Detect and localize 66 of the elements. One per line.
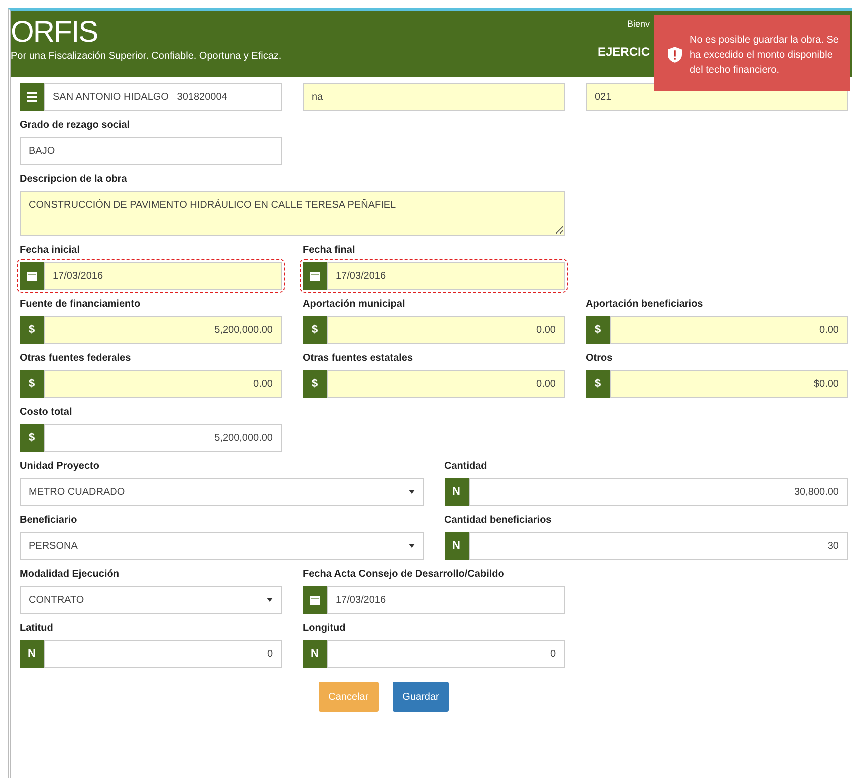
input-field[interactable]: 0.00: [610, 316, 848, 344]
calendar-icon: [27, 271, 37, 281]
addon-label: $: [586, 316, 610, 344]
addon-label: $: [303, 316, 327, 344]
input-field[interactable]: BAJO: [20, 137, 282, 165]
save-button[interactable]: Guardar: [392, 682, 450, 712]
addon-label: N: [444, 478, 468, 506]
addon-label: $: [20, 316, 44, 344]
field-label: Beneficiario: [20, 514, 78, 528]
caret-icon: [408, 544, 414, 548]
input-field[interactable]: 5,200,000.00: [44, 316, 282, 344]
addon-label: $: [586, 370, 610, 398]
field-label: Fuente de financiamiento: [20, 298, 142, 312]
tagline: Por una Fiscalización Superior. Confiable. Oportuna y Eficaz.: [11, 51, 282, 62]
calendar-icon: [310, 271, 320, 281]
field-label: Otras fuentes estatales: [303, 352, 414, 366]
input-field[interactable]: 17/03/2016: [327, 262, 565, 290]
field-label: Cantidad: [444, 460, 488, 474]
field-label: Descripcion de la obra: [20, 173, 128, 187]
input-field[interactable]: 30: [468, 532, 848, 560]
input-field[interactable]: SAN ANTONIO HIDALGO 301820004: [44, 83, 282, 111]
input-field[interactable]: 30,800.00: [468, 478, 848, 506]
warning-shield-icon: [668, 47, 682, 63]
field-label: Unidad Proyecto: [20, 460, 100, 474]
select-field[interactable]: PERSONA: [20, 532, 424, 560]
input-field[interactable]: $0.00: [610, 370, 848, 398]
field-label: Fecha inicial: [20, 244, 82, 258]
caret-icon: [408, 490, 414, 494]
input-field[interactable]: 5,200,000.00: [44, 424, 282, 452]
welcome-text: Bienv: [626, 19, 650, 29]
select-field[interactable]: METRO CUADRADO: [20, 478, 424, 506]
year-label: EJERCIC: [598, 45, 650, 59]
field-label: Aportación beneficiarios: [586, 298, 704, 312]
field-label: Fecha final: [303, 244, 356, 258]
select-field[interactable]: CONTRATO: [20, 586, 282, 614]
addon-label: $: [20, 424, 44, 452]
field-label: Otros: [586, 352, 614, 366]
field-label: Otras fuentes federales: [20, 352, 132, 366]
field-label: Fecha Acta Consejo de Desarrollo/Cabildo: [303, 568, 506, 582]
addon-label: $: [303, 370, 327, 398]
toast-message: No es posible guardar la obra. Se ha excedido el monto disponible del techo financiero.: [690, 34, 840, 78]
list-icon: [27, 92, 37, 102]
addon-label: N: [444, 532, 468, 560]
input-field[interactable]: 021: [586, 83, 848, 111]
input-field[interactable]: na: [303, 83, 565, 111]
description-field[interactable]: CONSTRUCCIÓN DE PAVIMENTO HIDRÁULICO EN CALLE TERESA PEÑAFIEL: [20, 191, 565, 236]
calendar-icon: [310, 595, 320, 605]
input-field[interactable]: 17/03/2016: [44, 262, 282, 290]
caret-icon: [267, 598, 273, 602]
input-field[interactable]: 0: [327, 640, 565, 668]
field-label: Longitud: [303, 622, 347, 636]
field-label: Costo total: [20, 406, 74, 420]
field-label: Latitud: [20, 622, 54, 636]
input-field[interactable]: 17/03/2016: [327, 586, 565, 614]
field-label: Cantidad beneficiarios: [444, 514, 553, 528]
input-field[interactable]: 0: [44, 640, 282, 668]
input-field[interactable]: 0.00: [327, 316, 565, 344]
addon-label: N: [303, 640, 327, 668]
field-label: Aportación municipal: [303, 298, 406, 312]
addon-label: $: [20, 370, 44, 398]
field-label: Modalidad Ejecución: [20, 568, 120, 582]
field-label: Grado de rezago social: [20, 119, 132, 133]
addon-label: N: [20, 640, 44, 668]
input-field[interactable]: 0.00: [44, 370, 282, 398]
logo-text: ORFIS: [11, 17, 99, 49]
input-field[interactable]: 0.00: [327, 370, 565, 398]
